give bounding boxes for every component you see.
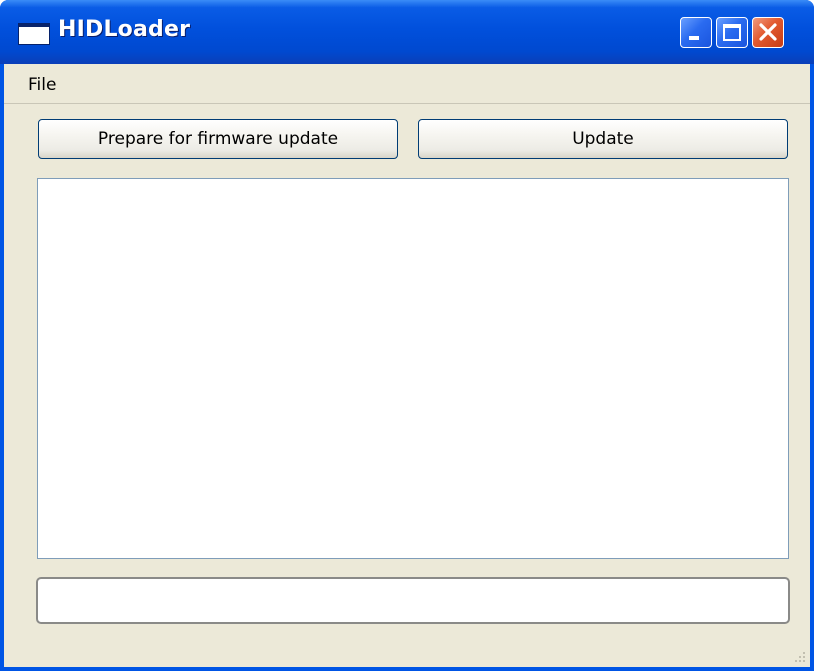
menu-file[interactable]: File xyxy=(28,75,56,95)
update-button[interactable]: Update xyxy=(418,119,788,159)
status-field[interactable] xyxy=(36,577,790,624)
window-title: HIDLoader xyxy=(58,17,191,42)
prepare-firmware-update-button[interactable]: Prepare for firmware update xyxy=(38,119,398,159)
app-window: HIDLoader File Prepare for firmware upda… xyxy=(0,0,814,671)
minimize-button[interactable] xyxy=(680,17,712,48)
title-bar[interactable]: HIDLoader xyxy=(0,0,814,64)
client-area: File Prepare for firmware update Update xyxy=(4,64,810,667)
menu-bar: File xyxy=(4,64,810,104)
close-icon xyxy=(759,23,777,41)
maximize-button[interactable] xyxy=(716,17,748,48)
window-icon[interactable] xyxy=(18,23,50,45)
close-button[interactable] xyxy=(752,17,784,48)
resize-grip-icon[interactable] xyxy=(792,649,806,663)
minimize-icon xyxy=(689,36,699,40)
log-output-area[interactable] xyxy=(37,178,789,559)
maximize-icon xyxy=(723,24,741,41)
